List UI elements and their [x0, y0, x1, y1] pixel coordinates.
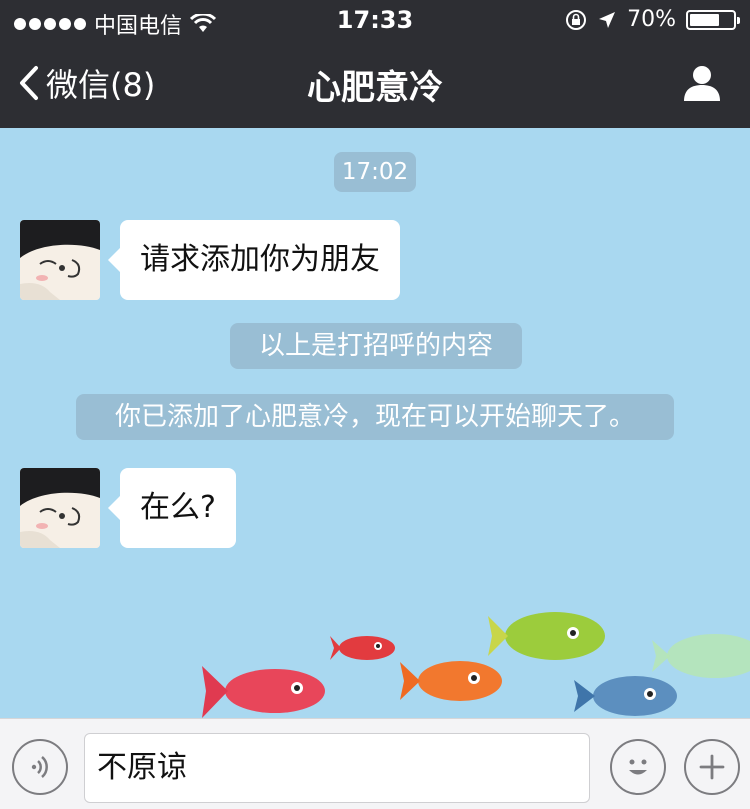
message-bubble[interactable]: 在么? — [108, 468, 236, 548]
chat-area[interactable]: 17:02 请求添加你为朋友 以上是打招呼的内容 你已添加了心肥意冷，现在可以开… — [0, 128, 750, 718]
emoji-icon — [629, 759, 647, 775]
avatar-cartoon-icon — [20, 220, 100, 300]
person-icon — [684, 66, 720, 101]
timestamp-badge: 17:02 — [334, 152, 416, 192]
chat-info-button[interactable] — [682, 64, 722, 106]
avatar[interactable] — [20, 220, 100, 300]
avatar-cartoon-icon — [20, 468, 100, 548]
pale-green-fish-icon — [652, 634, 750, 678]
status-right: 70% — [565, 7, 740, 32]
status-bar: 中国电信 17:33 70% — [0, 0, 750, 40]
back-label: 微信(8) — [46, 66, 156, 104]
red-fish-icon — [202, 666, 325, 718]
plus-icon — [699, 754, 725, 780]
battery-percent: 70% — [627, 7, 676, 32]
input-bar: 不原谅 — [0, 718, 750, 809]
message-bubble[interactable]: 请求添加你为朋友 — [108, 220, 400, 300]
nav-bar: 微信(8) 心肥意冷 — [0, 40, 750, 128]
voice-button[interactable] — [12, 739, 68, 795]
avatar[interactable] — [20, 468, 100, 548]
blue-fish-icon — [574, 676, 677, 716]
system-message: 以上是打招呼的内容 — [230, 323, 522, 369]
voice-icon — [31, 756, 48, 778]
rotation-lock-icon — [566, 9, 587, 30]
system-message: 你已添加了心肥意冷，现在可以开始聊天了。 — [76, 394, 674, 440]
chevron-left-icon — [20, 66, 38, 100]
green-fish-icon — [488, 612, 605, 660]
message-input[interactable]: 不原谅 — [84, 733, 590, 803]
back-button[interactable]: 微信(8) — [18, 60, 155, 106]
more-button[interactable] — [684, 739, 740, 795]
orange-fish-icon — [400, 661, 502, 701]
battery-icon — [686, 9, 740, 30]
small-red-fish-icon — [330, 636, 395, 660]
emoji-button[interactable] — [610, 739, 666, 795]
location-icon — [599, 11, 616, 28]
